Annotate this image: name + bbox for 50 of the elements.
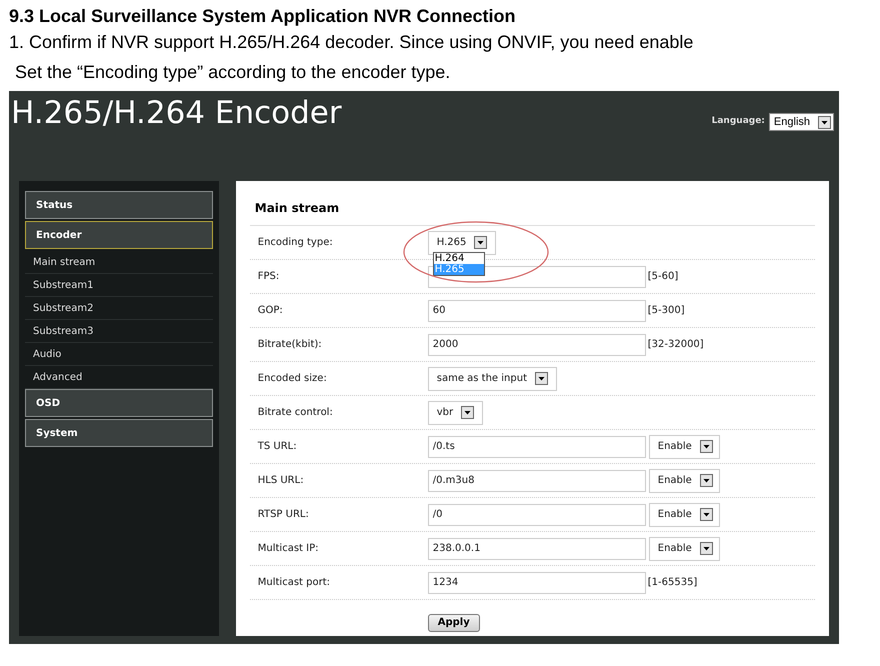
text-field[interactable]: /0 [428,504,646,526]
field-label: Multicast port: [258,576,331,590]
range-hint: [5-300] [648,304,685,318]
text-field[interactable] [428,266,646,288]
apply-button[interactable]: Apply [428,614,480,632]
caret-icon [700,474,713,487]
dropdown-select[interactable]: vbr [428,400,484,424]
app-title: H.265/H.264 Encoder [10,94,342,133]
caret-icon [474,236,488,249]
field-label: Bitrate(kbit): [258,338,323,352]
enable-select[interactable]: Enable [648,434,720,458]
text-field[interactable]: 60 [428,300,646,322]
text-field[interactable]: /0.ts [428,436,646,458]
enable-select[interactable]: Enable [648,468,720,492]
field-label: FPS: [258,270,280,284]
enable-select[interactable]: Enable [648,502,720,526]
field-label: GOP: [258,304,284,318]
field-label: Encoded size: [258,372,328,386]
body-text: 1. Confirm if NVR support H.265/H.264 decoder. Since using ONVIF, you need enable [9,31,694,54]
sidebar-section[interactable]: OSD [25,389,213,417]
range-hint: [32-32000] [648,338,704,352]
text-field[interactable]: 2000 [428,334,646,356]
field-label: Multicast IP: [258,542,320,556]
text-field[interactable]: /0.m3u8 [428,470,646,492]
field-label: Encoding type: [258,236,334,250]
range-hint: [5-60] [648,270,678,284]
language-select[interactable]: English [768,113,834,131]
range-hint: [1-65535] [648,576,698,590]
sidebar-section[interactable]: Status [25,191,213,219]
caret-icon [818,116,831,128]
caret-icon [461,406,474,419]
section-heading: 9.3 Local Surveillance System Application NVR Connection [9,5,516,27]
text-field[interactable]: 238.0.0.1 [428,538,646,560]
field-label: TS URL: [258,440,298,454]
body-text: Set the “Encoding type” according to the encoder type. [14,61,452,84]
caret-icon [700,508,713,521]
dropdown-select[interactable]: H.265 [428,230,496,254]
field-label: RTSP URL: [258,508,310,522]
sidebar-section[interactable]: Encoder [25,221,213,249]
caret-icon [700,542,713,555]
panel-title: Main stream [250,199,815,226]
field-label: Bitrate control: [258,406,334,420]
caret-icon [700,440,713,453]
text-field[interactable]: 1234 [428,572,646,594]
caret-icon [535,372,548,385]
sidebar-section[interactable]: System [25,419,213,447]
dropdown-select[interactable]: same as the input [428,366,557,390]
enable-select[interactable]: Enable [648,536,720,560]
language-label: Language: [712,115,765,128]
field-label: HLS URL: [258,474,305,488]
